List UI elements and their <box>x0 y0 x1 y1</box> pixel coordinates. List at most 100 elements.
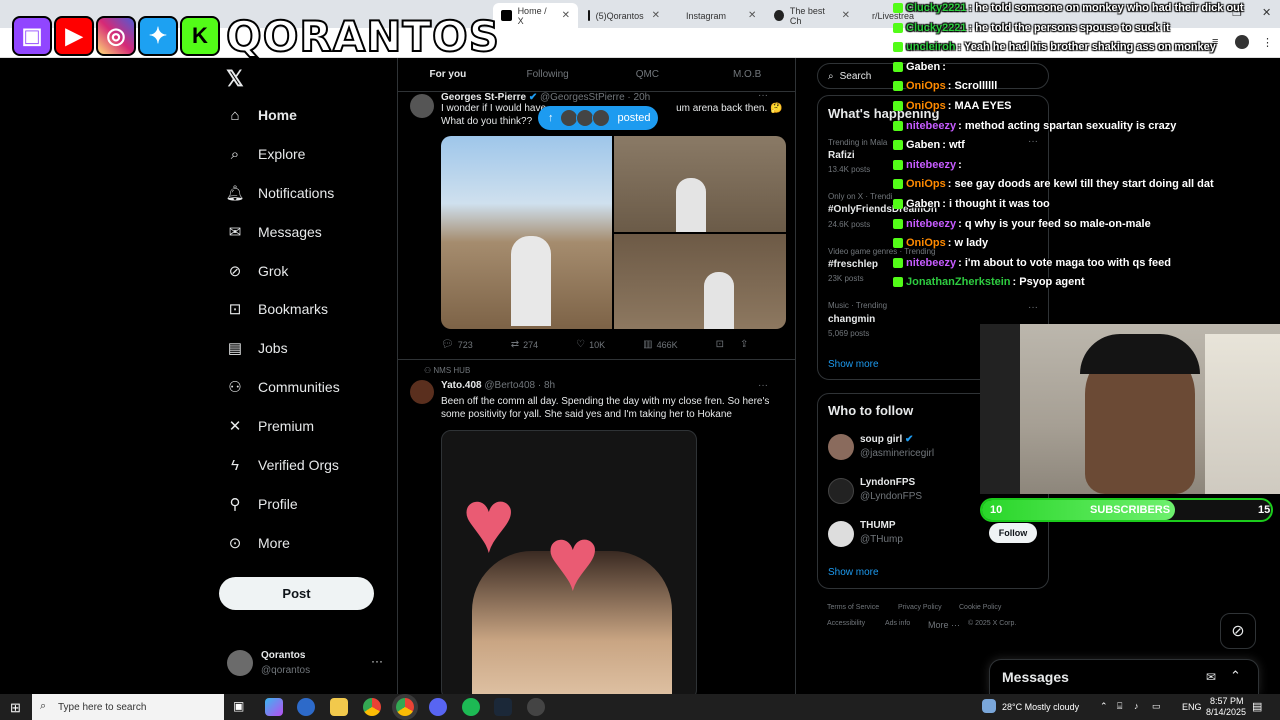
nav-notifications[interactable]: 🔔︎ Notifications <box>225 184 334 202</box>
browser-tab-instagram[interactable]: Instagram ✕ <box>672 3 764 28</box>
more-options-icon[interactable]: ··· <box>371 654 383 668</box>
chat-message: Clucky2221: he told the persons spouse t… <box>893 20 1170 36</box>
bookmark-icon: ⊡ <box>715 339 725 350</box>
browser-tab-chatgpt[interactable]: The best Ch ✕ <box>766 3 858 28</box>
battery-icon[interactable]: ▭ <box>1152 701 1161 712</box>
browser-menu-icon[interactable]: ⋮ <box>1262 36 1273 49</box>
kick-badge-icon <box>893 218 903 229</box>
folder-icon[interactable] <box>330 698 348 716</box>
views-button[interactable]: ▥ 466K <box>643 339 677 350</box>
footer-more-link[interactable]: More ··· <box>928 620 960 630</box>
avatar <box>559 109 578 127</box>
close-tab-icon[interactable]: ✕ <box>652 10 660 21</box>
reply-button[interactable]: 💬︎ 723 <box>441 339 473 350</box>
chevron-up-icon[interactable]: ⌃ <box>1230 668 1241 684</box>
close-tab-icon[interactable]: ✕ <box>562 10 570 21</box>
nav-jobs[interactable]: ▤ Jobs <box>226 339 288 357</box>
nav-grok[interactable]: ⊘ Grok <box>226 262 289 280</box>
avatar[interactable] <box>828 434 854 460</box>
footer-link[interactable]: Cookie Policy <box>959 604 1001 611</box>
chevron-up-icon[interactable]: ⌃ <box>1100 701 1108 712</box>
share-button[interactable]: ⇪ <box>740 339 752 350</box>
tweet-author-handle[interactable]: @Berto408 · 8h <box>484 380 555 391</box>
compose-message-icon[interactable]: ✉ <box>1206 670 1216 684</box>
more-options-icon[interactable]: ··· <box>1028 136 1038 147</box>
task-view-icon[interactable]: ▣ <box>233 699 244 713</box>
nav-home[interactable]: ⌂ Home <box>226 106 296 124</box>
trend-item[interactable]: changmin <box>828 314 875 325</box>
network-icon[interactable]: ⌸ <box>1117 701 1122 712</box>
avatar <box>575 109 594 127</box>
notifications-icon[interactable]: ▤ <box>1252 700 1262 713</box>
close-tab-icon[interactable]: ✕ <box>748 10 756 21</box>
search-icon: ⌕ <box>828 70 834 82</box>
browser-tab-x[interactable]: Home / X ✕ <box>493 3 578 28</box>
more-options-icon[interactable]: ··· <box>758 90 768 101</box>
tweet-author-name[interactable]: Yato.408 <box>441 380 482 391</box>
nav-explore[interactable]: ⌕ Explore <box>226 145 306 163</box>
grok-icon[interactable]: ⊘ <box>1220 613 1256 649</box>
show-more-link[interactable]: Show more <box>828 359 879 370</box>
follow-button[interactable]: Follow <box>989 523 1037 543</box>
messages-drawer[interactable]: Messages ✉ ⌃ <box>989 659 1259 694</box>
repost-button[interactable]: ⇄ 274 <box>511 339 538 350</box>
windows-start-icon[interactable]: ⊞ <box>10 700 21 716</box>
post-button[interactable]: Post <box>219 577 374 610</box>
more-options-icon[interactable]: ··· <box>758 380 768 391</box>
profile-avatar-icon[interactable] <box>1235 35 1249 49</box>
tweet-photo[interactable] <box>614 234 786 329</box>
trend-item[interactable]: Rafizi <box>828 150 855 161</box>
obs-icon[interactable] <box>527 698 545 716</box>
browser-tab-tiktok[interactable]: (5)Qorantos ✕ <box>580 3 668 28</box>
footer-link[interactable]: Privacy Policy <box>898 604 942 611</box>
kick-badge-icon <box>893 22 903 33</box>
bookmark-button[interactable]: ⊡ <box>716 339 728 350</box>
avatar[interactable] <box>410 380 434 404</box>
chrome-active-icon[interactable] <box>396 698 414 716</box>
chrome-icon[interactable] <box>363 698 381 716</box>
tab-following[interactable]: Following <box>498 58 598 91</box>
share-icon: ⇪ <box>740 339 749 350</box>
steam-icon[interactable] <box>494 698 512 716</box>
chat-username: nitebeezy <box>906 158 957 171</box>
volume-icon[interactable]: ♪ <box>1134 701 1139 711</box>
footer-link[interactable]: Ads info <box>885 620 910 627</box>
tweet[interactable]: Georges St-Pierre ✔ @GeorgesStPierre · 2… <box>398 90 795 360</box>
tweet-photo[interactable] <box>614 136 786 232</box>
account-switcher[interactable]: Qorantos @qorantos ··· <box>227 648 387 678</box>
new-posts-pill[interactable]: ↑ posted <box>538 106 658 130</box>
nav-more[interactable]: ⊙ More <box>226 534 290 552</box>
avatar[interactable] <box>410 94 434 118</box>
copilot-icon[interactable] <box>265 698 283 716</box>
tab-qmc[interactable]: QMC <box>598 58 698 91</box>
footer-link[interactable]: Accessibility <box>827 620 865 627</box>
timeline-feed[interactable]: For you Following QMC M.O.B Georges St-P… <box>397 58 796 694</box>
x-logo-icon[interactable]: 𝕏 <box>226 66 244 92</box>
like-button[interactable]: ♡ 10K <box>576 339 605 350</box>
avatar <box>227 650 253 676</box>
tab-mob[interactable]: M.O.B <box>697 58 795 91</box>
close-window-icon[interactable]: ✕ <box>1262 6 1271 19</box>
close-tab-icon[interactable]: ✕ <box>842 10 850 21</box>
weather-icon[interactable] <box>982 699 996 713</box>
browser-tab-reddit[interactable]: r/Livestrea <box>858 3 914 28</box>
nav-bookmarks[interactable]: ⊡ Bookmarks <box>226 300 328 318</box>
tweet[interactable]: ⚇ NMS HUB Yato.408 @Berto408 · 8h ··· Be… <box>398 360 795 694</box>
more-options-icon[interactable]: ··· <box>1028 302 1038 313</box>
tweet-photo[interactable]: ♥ ♥ <box>441 430 697 694</box>
avatar[interactable] <box>828 521 854 547</box>
trend-item[interactable]: #freschlep <box>828 259 878 270</box>
browser-app-icon[interactable] <box>297 698 315 716</box>
discord-icon[interactable] <box>429 698 447 716</box>
nav-communities[interactable]: ⚇ Communities <box>226 378 339 396</box>
footer-link[interactable]: Terms of Service <box>827 604 879 611</box>
taskbar-search-input[interactable]: ⌕ Type here to search <box>32 694 224 720</box>
show-more-link[interactable]: Show more <box>828 567 879 578</box>
nav-messages[interactable]: ✉ Messages <box>226 223 322 241</box>
tweet-photo[interactable] <box>441 136 612 329</box>
avatar[interactable] <box>828 478 854 504</box>
nav-profile[interactable]: ⚲ Profile <box>226 495 298 513</box>
nav-premium[interactable]: ✕ Premium <box>226 417 314 435</box>
nav-verified-orgs[interactable]: ϟ Verified Orgs <box>226 456 339 474</box>
spotify-icon[interactable] <box>462 698 480 716</box>
